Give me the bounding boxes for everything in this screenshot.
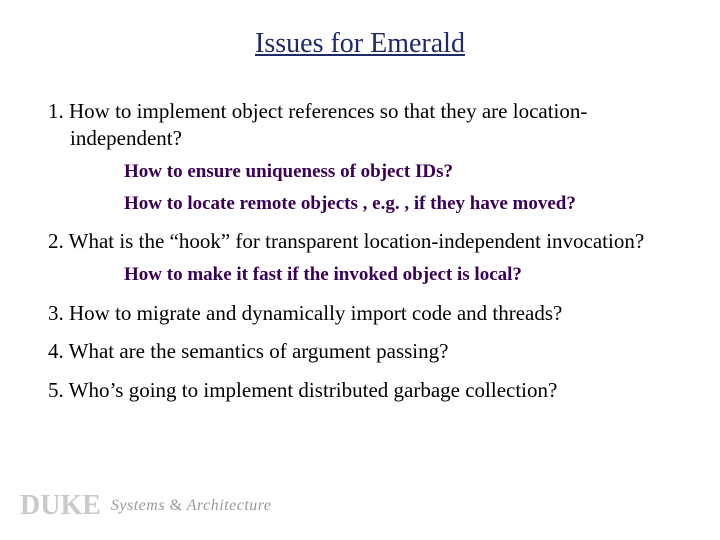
item-5: 5. Who’s going to implement distributed … [48,377,678,404]
item-3-num: 3. [48,301,64,325]
item-1-sub-a: How to ensure uniqueness of object IDs? [124,160,678,184]
slide: Issues for Emerald 1. How to implement o… [0,0,720,540]
item-1: 1. How to implement object references so… [48,98,678,216]
item-1-text: 1. How to implement object references so… [48,98,678,152]
item-2-body: What is the “hook” for transparent locat… [69,229,645,253]
item-5-text: 5. Who’s going to implement distributed … [48,377,678,404]
footer-amp: & [170,497,183,514]
slide-title: Issues for Emerald [0,28,720,60]
slide-body: 1. How to implement object references so… [48,98,678,416]
item-4: 4. What are the semantics of argument pa… [48,338,678,365]
item-1-sub-b: How to locate remote objects , e.g. , if… [124,192,678,216]
item-4-body: What are the semantics of argument passi… [69,339,449,363]
item-1-body: How to implement object references so th… [69,99,587,150]
item-3-text: 3. How to migrate and dynamically import… [48,300,678,327]
duke-logo: DUKE [20,490,101,522]
item-2-num: 2. [48,229,64,253]
footer-text: Systems & Architecture [111,497,272,515]
item-3: 3. How to migrate and dynamically import… [48,300,678,327]
item-1-num: 1. [48,99,64,123]
footer-before: Systems [111,497,170,514]
footer-after: Architecture [183,497,272,514]
item-5-num: 5. [48,378,64,402]
footer: DUKE Systems & Architecture [20,490,272,522]
item-2: 2. What is the “hook” for transparent lo… [48,228,678,287]
item-2-sub-a: How to make it fast if the invoked objec… [124,263,678,287]
item-2-text: 2. What is the “hook” for transparent lo… [48,228,678,255]
item-4-num: 4. [48,339,64,363]
item-5-body: Who’s going to implement distributed gar… [69,378,558,402]
item-4-text: 4. What are the semantics of argument pa… [48,338,678,365]
item-3-body: How to migrate and dynamically import co… [69,301,562,325]
